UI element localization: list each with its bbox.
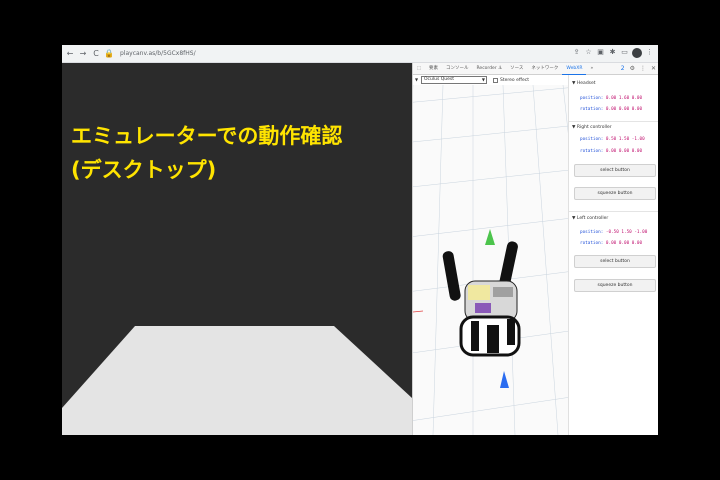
left-controller-model — [442, 251, 461, 301]
address-bar[interactable]: playcanv.as/b/5GCx8fHS/ — [120, 50, 196, 57]
right-squeeze-button[interactable]: squeeze button — [574, 187, 656, 200]
chevron-down-icon: ▼ — [481, 77, 485, 82]
device-controls-panel: ▼ Headset position: 0.00 1.60 0.00 rotat… — [568, 75, 658, 435]
forward-icon[interactable]: → — [78, 48, 88, 60]
window-icon[interactable]: ▭ — [620, 48, 629, 57]
left-controller-position[interactable]: position: -0.50 1.50 -1.00 — [580, 230, 647, 235]
menu-icon[interactable]: ⋮ — [645, 48, 654, 57]
tab-sources[interactable]: ソース — [506, 63, 527, 75]
tab-console[interactable]: コンソール — [442, 63, 473, 75]
left-select-button[interactable]: select button — [574, 255, 656, 268]
devtools-panel: ⬚ 要素 コンソール Recorder ⚓ ソース ネットワーク WebXR »… — [412, 63, 658, 435]
inspect-icon[interactable]: ⬚ — [413, 63, 425, 75]
y-axis-gizmo — [485, 229, 495, 245]
close-icon[interactable]: ✕ — [651, 65, 656, 72]
stereo-checkbox[interactable] — [493, 77, 498, 83]
headset-position[interactable]: position: 0.00 1.60 0.00 — [580, 96, 642, 101]
extension-icon[interactable]: ▣ — [596, 48, 605, 57]
share-icon[interactable]: ⇪ — [572, 48, 581, 57]
headset-rotation[interactable]: rotation: 0.00 0.00 0.00 — [580, 107, 642, 112]
page-title: エミュレーターでの動作確認 (デスクトップ) — [71, 124, 343, 182]
browser-window: ← → C 🔒 playcanv.as/b/5GCx8fHS/ ⇪ ☆ ▣ ✱ … — [62, 45, 658, 435]
puzzle-icon[interactable]: ✱ — [608, 48, 617, 57]
left-squeeze-button[interactable]: squeeze button — [574, 279, 656, 292]
toolbar-icons: ⇪ ☆ ▣ ✱ ▭ ⋮ — [572, 48, 654, 58]
stereo-label: Stereo effect — [500, 77, 529, 83]
issues-badge[interactable]: 2 — [621, 65, 625, 72]
back-icon[interactable]: ← — [65, 48, 75, 60]
right-controller-position[interactable]: position: 0.50 1.50 -1.00 — [580, 137, 645, 142]
device-select[interactable]: Oculus Quest ▼ — [421, 76, 487, 84]
lock-icon[interactable]: 🔒 — [104, 48, 114, 60]
tab-network[interactable]: ネットワーク — [527, 63, 562, 75]
tab-webxr[interactable]: WebXR — [562, 63, 587, 75]
xr-device-viewport[interactable] — [413, 85, 568, 435]
browser-toolbar: ← → C 🔒 playcanv.as/b/5GCx8fHS/ ⇪ ☆ ▣ ✱ … — [62, 45, 658, 63]
reload-icon[interactable]: C — [91, 48, 101, 60]
avatar[interactable] — [632, 48, 642, 58]
tab-more[interactable]: » — [586, 63, 597, 75]
app-canvas[interactable]: エミュレーターでの動作確認 (デスクトップ) — [62, 63, 412, 435]
z-axis-gizmo — [500, 371, 509, 388]
devtools-tabs: ⬚ 要素 コンソール Recorder ⚓ ソース ネットワーク WebXR »… — [413, 63, 658, 75]
star-icon[interactable]: ☆ — [584, 48, 593, 57]
tab-recorder[interactable]: Recorder ⚓ — [473, 63, 507, 75]
tab-elements[interactable]: 要素 — [425, 63, 442, 75]
headset-section-header[interactable]: ▼ Headset — [572, 81, 596, 86]
right-controller-section-header[interactable]: ▼ Right controller — [572, 125, 612, 130]
gear-icon[interactable]: ⚙ — [630, 65, 635, 72]
right-controller-rotation[interactable]: rotation: 0.00 0.00 0.00 — [580, 149, 642, 154]
kebab-icon[interactable]: ⋮ — [640, 65, 646, 72]
collapse-icon[interactable]: ▼ — [415, 77, 418, 82]
right-select-button[interactable]: select button — [574, 164, 656, 177]
left-controller-rotation[interactable]: rotation: 0.00 0.00 0.00 — [580, 241, 642, 246]
emulator-toolbar: ▼ Oculus Quest ▼ Stereo effect — [413, 75, 568, 85]
left-controller-section-header[interactable]: ▼ Left controller — [572, 216, 608, 221]
